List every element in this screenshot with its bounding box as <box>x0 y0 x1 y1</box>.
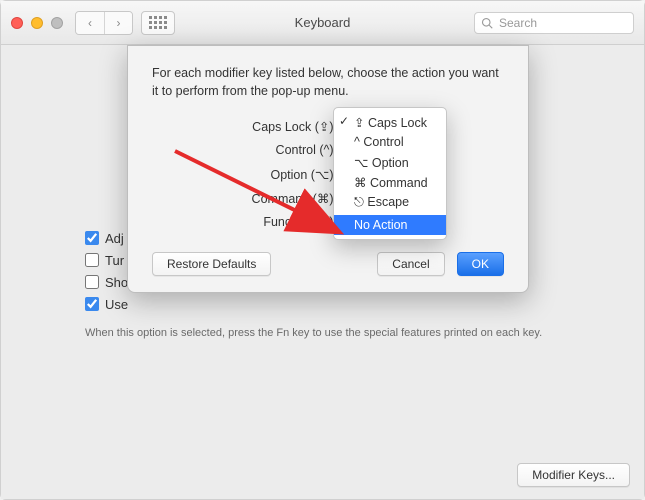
checkbox-list: Adj Tur Sho Use <box>85 227 128 315</box>
modifier-keys-button[interactable]: Modifier Keys... <box>517 463 630 487</box>
dropdown-option[interactable]: ^ Control <box>334 132 446 152</box>
minimize-icon[interactable] <box>31 17 43 29</box>
back-button[interactable]: ‹ <box>76 12 104 34</box>
key-row: Caps Lock (⇪) Key: <box>152 114 504 138</box>
checkbox[interactable] <box>85 253 99 267</box>
checkbox-row[interactable]: Adj <box>85 227 128 249</box>
dropdown-option[interactable]: ✓ ⇪ Caps Lock <box>334 112 446 132</box>
option-label: No Action <box>354 218 408 232</box>
key-row: Control (^) Key: <box>152 138 504 162</box>
checkbox[interactable] <box>85 275 99 289</box>
checkbox-row[interactable]: Use <box>85 293 128 315</box>
hint-text: When this option is selected, press the … <box>85 327 542 339</box>
key-row: Command (⌘) Key: <box>152 186 504 210</box>
preferences-window: ‹ › Keyboard Search Adj Tur Sho Use When… <box>0 0 645 500</box>
modifier-keys-button-wrap: Modifier Keys... <box>517 463 630 487</box>
checkmark-icon: ✓ <box>339 114 349 128</box>
restore-defaults-button[interactable]: Restore Defaults <box>152 252 271 276</box>
checkbox-label: Adj <box>105 231 124 246</box>
sheet-buttons: Restore Defaults Cancel OK <box>152 252 504 276</box>
option-label: ^ Control <box>354 135 404 149</box>
option-label: ⇪ Caps Lock <box>354 115 427 130</box>
toolbar: ‹ › Keyboard Search <box>1 1 644 45</box>
key-rows: Caps Lock (⇪) Key: Control (^) Key: Opti… <box>152 114 504 234</box>
checkbox-label: Use <box>105 297 128 312</box>
checkbox[interactable] <box>85 297 99 311</box>
cancel-button[interactable]: Cancel <box>377 252 444 276</box>
dropdown-option[interactable]: ⎋ Escape <box>334 192 446 212</box>
show-all-button[interactable] <box>141 11 175 35</box>
checkbox-row[interactable]: Tur <box>85 249 128 271</box>
key-row: Function (fn) Key: <box>152 210 504 234</box>
checkbox-row[interactable]: Sho <box>85 271 128 293</box>
key-row: Option (⌥) Key: <box>152 162 504 186</box>
zoom-icon <box>51 17 63 29</box>
checkbox-label: Sho <box>105 275 128 290</box>
search-field[interactable]: Search <box>474 12 634 34</box>
option-label: ⌘ Command <box>354 175 428 190</box>
checkbox-label: Tur <box>105 253 124 268</box>
body: Adj Tur Sho Use When this option is sele… <box>1 45 644 499</box>
search-placeholder: Search <box>499 16 537 30</box>
option-label: ⎋ Escape <box>354 195 409 210</box>
option-label: ⌥ Option <box>354 155 409 170</box>
forward-button[interactable]: › <box>104 12 132 34</box>
sheet-message: For each modifier key listed below, choo… <box>152 64 504 100</box>
close-icon[interactable] <box>11 17 23 29</box>
action-dropdown[interactable]: ✓ ⇪ Caps Lock ^ Control ⌥ Option ⌘ Comman… <box>333 107 447 240</box>
dropdown-option-selected[interactable]: No Action <box>334 215 446 235</box>
search-icon <box>481 17 493 29</box>
checkbox[interactable] <box>85 231 99 245</box>
modifier-keys-sheet: For each modifier key listed below, choo… <box>127 45 529 293</box>
window-controls <box>11 17 63 29</box>
dropdown-option[interactable]: ⌥ Option <box>334 152 446 172</box>
ok-button[interactable]: OK <box>457 252 504 276</box>
grid-icon <box>149 16 167 29</box>
dropdown-option[interactable]: ⌘ Command <box>334 172 446 192</box>
nav-back-forward[interactable]: ‹ › <box>75 11 133 35</box>
